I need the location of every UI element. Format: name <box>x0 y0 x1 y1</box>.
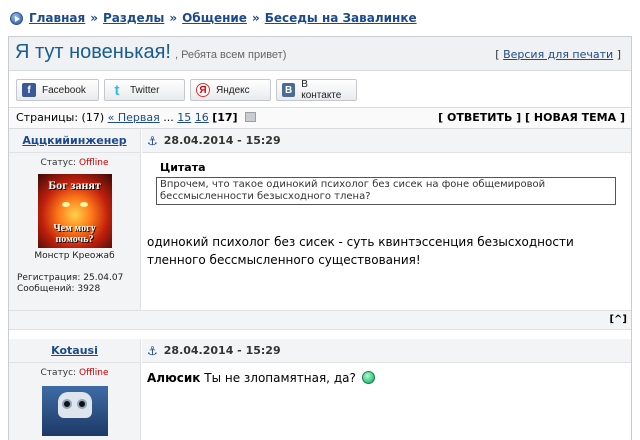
pagination: Страницы: (17) « Первая ... 15 16 [17] <box>16 111 257 124</box>
avatar-container <box>9 386 140 436</box>
breadcrumb-separator: » <box>251 11 260 25</box>
scroll-top-button[interactable]: [^] <box>609 314 627 325</box>
breadcrumb-link-home[interactable]: Главная <box>29 11 85 25</box>
post-text: Алюсик Ты не злопамятная, да? <box>147 369 627 387</box>
avatar-container: Бог занят Чем могу помочь? <box>9 174 140 248</box>
share-vkontakte-button[interactable]: B В контакте <box>276 79 357 101</box>
avatar-caption-bottom: Чем могу помочь? <box>53 223 96 245</box>
vkontakte-icon: B <box>282 83 296 97</box>
share-twitter-button[interactable]: t Twitter <box>104 79 185 101</box>
post-addressee: Алюсик <box>147 371 201 385</box>
pagination-bar: Страницы: (17) « Первая ... 15 16 [17] [… <box>9 107 631 129</box>
post-footer: [^] <box>9 310 631 330</box>
registration-line: Регистрация: 25.04.07 <box>17 273 140 284</box>
share-vkontakte-label: В контакте <box>301 79 342 101</box>
smiley-icon <box>361 371 375 384</box>
status-label: Статус: <box>40 368 77 378</box>
twitter-icon: t <box>114 81 120 99</box>
breadcrumb-link-communication[interactable]: Общение <box>182 11 247 25</box>
messages-count: 3928 <box>77 284 101 294</box>
print-version: [ Версия для печати ] <box>495 48 621 61</box>
topic-actions: [ ОТВЕТИТЬ ] [ НОВАЯ ТЕМА ] <box>438 111 625 124</box>
page-title: Я тут новенькая!, Ребята всем привет) <box>15 41 286 64</box>
print-version-link[interactable]: Версия для печати <box>503 48 613 61</box>
page-link-15[interactable]: 15 <box>177 111 191 124</box>
breadcrumb-link-sections[interactable]: Разделы <box>103 11 164 25</box>
anchor-icon[interactable]: ⚓ <box>147 344 158 358</box>
breadcrumb-link-forum[interactable]: Беседы на Завалинке <box>265 11 417 25</box>
share-buttons: f Facebook t Twitter Я Яндекс B В контак… <box>16 79 357 101</box>
share-twitter-label: Twitter <box>130 84 160 96</box>
avatar[interactable]: Бог занят Чем могу помочь? <box>37 174 112 248</box>
print-bracket-open: [ <box>495 48 500 61</box>
author-status: Статус: Offline <box>9 368 140 378</box>
current-page: [17] <box>212 111 238 124</box>
post-author: Аццкийинженер Статус: Offline Бог занят … <box>9 129 141 310</box>
author-header: Аццкийинженер <box>9 129 140 153</box>
new-topic-button[interactable]: [ НОВАЯ ТЕМА ] <box>525 111 625 124</box>
page-link-16[interactable]: 16 <box>195 111 209 124</box>
post-header: ⚓ 28.04.2014 - 15:29 <box>142 339 631 363</box>
author-name[interactable]: Аццкийинженер <box>22 134 126 147</box>
messages-label: Сообщений: <box>17 284 75 294</box>
author-status: Статус: Offline <box>9 158 140 168</box>
robot-eye-icon <box>61 399 72 409</box>
post-date: 28.04.2014 - 15:29 <box>163 344 281 357</box>
post-date: 28.04.2014 - 15:29 <box>163 134 281 147</box>
author-meta: Регистрация: 25.04.07 Сообщений: 3928 <box>9 273 140 295</box>
post: Kotausi Статус: Offline ⚓ 28.04.2014 - 1… <box>9 339 631 440</box>
post-body: ⚓ 28.04.2014 - 15:29 Алюсик Ты не злопам… <box>142 339 631 440</box>
author-name[interactable]: Kotausi <box>51 344 98 357</box>
post-separator <box>9 331 631 339</box>
yandex-icon: Я <box>196 83 210 97</box>
pagination-prefix: Страницы: <box>16 111 79 124</box>
facebook-icon: f <box>22 83 36 97</box>
topic-frame: Я тут новенькая!, Ребята всем привет) [ … <box>8 36 632 440</box>
page-jump-icon[interactable] <box>245 112 257 122</box>
home-arrow-icon[interactable] <box>10 11 23 25</box>
post: Аццкийинженер Статус: Offline Бог занят … <box>9 129 631 310</box>
quote-block: Цитата Впрочем, что такое одинокий психо… <box>156 161 616 205</box>
author-rank: Монстр Креожаб <box>34 251 115 261</box>
topic-header: Я тут новенькая!, Ребята всем привет) [ … <box>9 37 631 71</box>
anchor-icon[interactable]: ⚓ <box>147 134 158 148</box>
post-header: ⚓ 28.04.2014 - 15:29 <box>142 129 631 153</box>
post-text: одинокий психолог без сисек - суть квинт… <box>147 235 574 267</box>
registration-label: Регистрация: <box>17 273 81 283</box>
share-yandex-button[interactable]: Я Яндекс <box>190 79 271 101</box>
share-yandex-label: Яндекс <box>216 84 250 96</box>
quote-title: Цитата <box>160 161 206 174</box>
breadcrumb-separator: » <box>90 11 98 25</box>
quote-text: Впрочем, что такое одинокий психолог без… <box>156 177 616 205</box>
status-label: Статус: <box>40 158 77 168</box>
registration-date: 25.04.07 <box>83 273 124 283</box>
post-body: ⚓ 28.04.2014 - 15:29 Цитата Впрочем, что… <box>142 129 631 310</box>
pagination-ellipsis: ... <box>163 111 174 124</box>
print-bracket-close: ] <box>616 48 621 61</box>
reply-button[interactable]: [ ОТВЕТИТЬ ] <box>438 111 521 124</box>
avatar[interactable] <box>41 386 108 436</box>
breadcrumb: Главная » Разделы » Общение » Беседы на … <box>10 9 417 27</box>
robot-eye-icon <box>76 399 87 409</box>
topic-subtitle: , Ребята всем привет) <box>174 49 287 61</box>
avatar-caption-top: Бог занят <box>48 178 101 192</box>
messages-line: Сообщений: 3928 <box>17 284 140 295</box>
author-header: Kotausi <box>9 339 140 363</box>
page-count: (17) <box>81 111 105 124</box>
breadcrumb-separator: » <box>169 11 178 25</box>
demon-eyes-icon <box>61 202 88 210</box>
share-facebook-button[interactable]: f Facebook <box>16 79 99 101</box>
post-author: Kotausi Статус: Offline <box>9 339 141 440</box>
post-message: Ты не злопамятная, да? <box>204 371 356 385</box>
status-badge: Offline <box>78 158 109 168</box>
share-facebook-label: Facebook <box>42 84 86 96</box>
topic-title-text: Я тут новенькая! <box>15 41 171 63</box>
first-page-link[interactable]: « Первая <box>108 111 160 124</box>
status-badge: Offline <box>78 368 109 378</box>
